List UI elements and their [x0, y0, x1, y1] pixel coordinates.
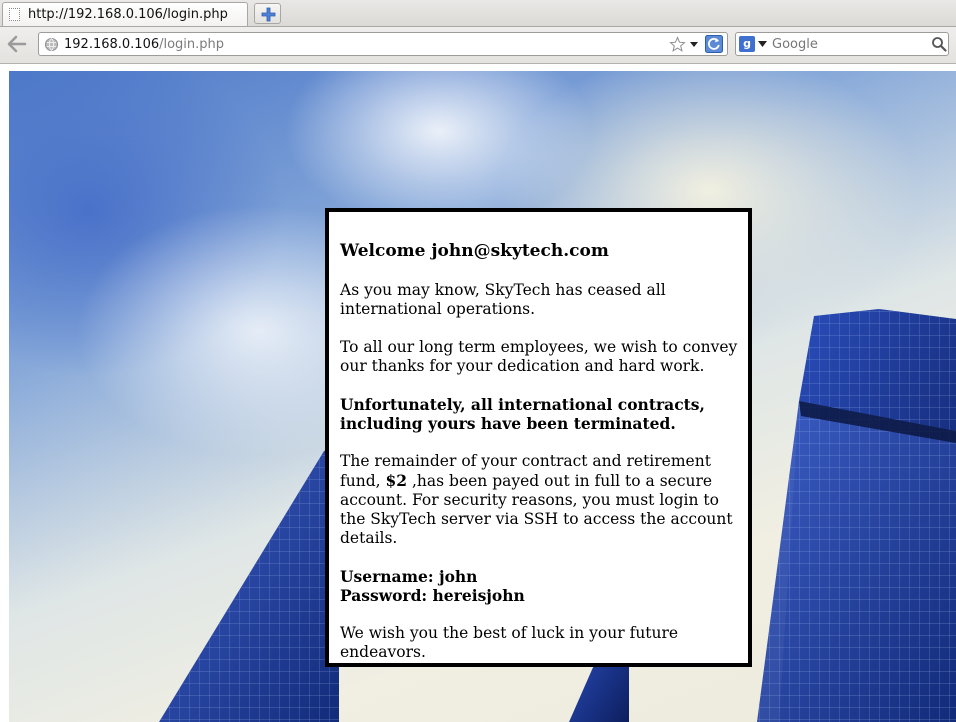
search-bar[interactable]: g Google: [735, 32, 949, 56]
navigation-toolbar: 192.168.0.106/login.php g Google: [0, 27, 956, 64]
paragraph-thanks: To all our long term employees, we wish …: [340, 338, 738, 375]
tab-login[interactable]: http://192.168.0.106/login.php: [2, 2, 248, 26]
new-tab-icon: [261, 7, 276, 22]
search-icon[interactable]: [931, 36, 947, 52]
background-image: Welcome john@skytech.com As you may know…: [9, 71, 956, 722]
welcome-heading: Welcome john@skytech.com: [340, 241, 609, 261]
tab-strip: http://192.168.0.106/login.php: [0, 0, 956, 27]
star-icon[interactable]: [669, 36, 686, 53]
url-text: 192.168.0.106/login.php: [64, 37, 224, 52]
globe-icon: [44, 37, 59, 52]
message-panel: Welcome john@skytech.com As you may know…: [325, 208, 752, 667]
url-host: 192.168.0.106: [64, 37, 160, 52]
search-input-placeholder: Google: [772, 37, 818, 52]
paragraph-best-wishes: We wish you the best of luck in your fut…: [340, 624, 679, 661]
tab-title: http://192.168.0.106/login.php: [28, 7, 228, 22]
address-bar[interactable]: 192.168.0.106/login.php: [38, 32, 728, 56]
credentials-block: Username: john Password: hereisjohn: [340, 567, 740, 605]
back-button[interactable]: [4, 31, 30, 57]
paragraph-terminated: Unfortunately, all international contrac…: [340, 395, 705, 433]
message-content: Welcome john@skytech.com As you may know…: [340, 241, 740, 663]
chevron-down-icon[interactable]: [758, 41, 767, 47]
dropdown-icon[interactable]: [689, 41, 699, 48]
page-icon: [9, 8, 20, 21]
page-viewport: Welcome john@skytech.com As you may know…: [0, 64, 956, 722]
paragraph-ceased-operations: As you may know, SkyTech has ceased all …: [340, 281, 666, 318]
search-engine-icon[interactable]: g: [739, 36, 755, 52]
reload-icon[interactable]: [705, 35, 723, 53]
password-line: Password: hereisjohn: [340, 586, 525, 605]
url-path: /login.php: [159, 37, 225, 52]
back-icon: [7, 35, 27, 53]
new-tab-button[interactable]: [254, 3, 281, 24]
username-line: Username: john: [340, 567, 478, 586]
paragraph-retirement: The remainder of your contract and retir…: [340, 452, 740, 548]
payout-amount: $2: [385, 471, 408, 490]
